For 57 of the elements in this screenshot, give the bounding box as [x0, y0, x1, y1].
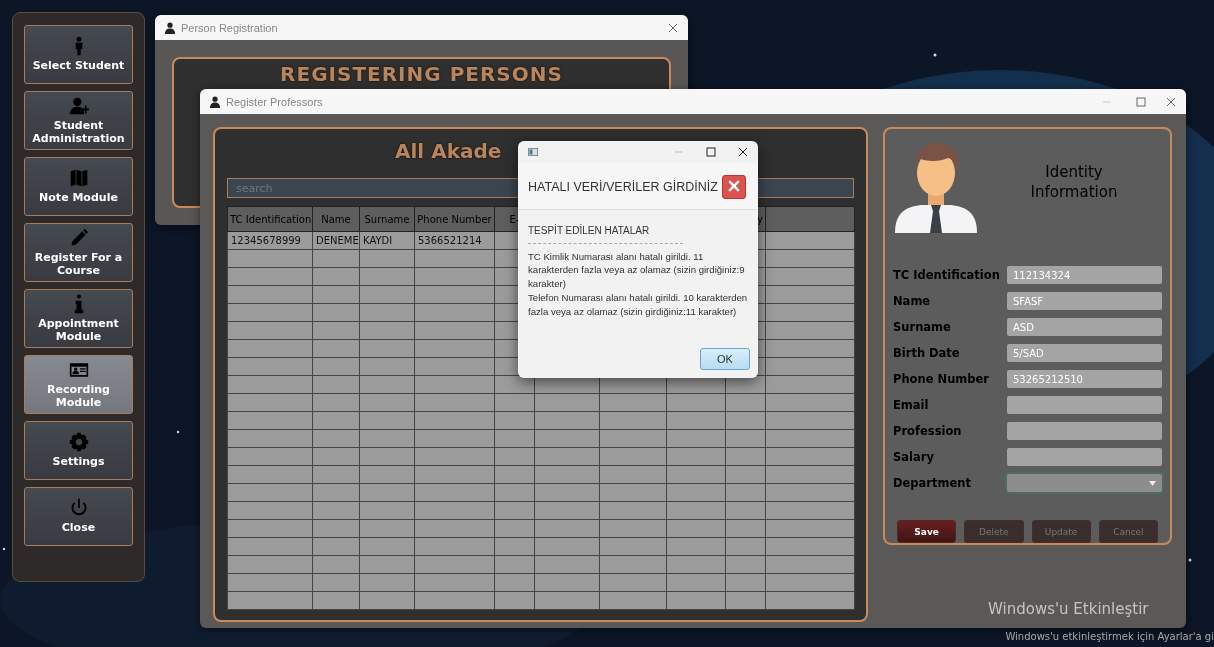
maximize-icon[interactable] — [706, 147, 716, 157]
close-button[interactable] — [722, 175, 746, 199]
person-icon — [210, 95, 220, 108]
sidebar-item[interactable]: Close — [24, 487, 133, 546]
field-label: TC Identification — [893, 268, 1001, 282]
field-label: Salary — [893, 450, 935, 464]
input-field[interactable]: SFASF — [1007, 292, 1162, 310]
person-icon — [165, 21, 175, 34]
activation-title: Windows'u Etkinleştir — [988, 600, 1149, 618]
column-header[interactable]: Surname — [359, 206, 415, 232]
window-title: Register Professors — [226, 95, 324, 108]
input-field[interactable] — [1007, 448, 1162, 466]
input-field[interactable]: ASD — [1007, 318, 1162, 336]
close-icon[interactable] — [738, 147, 748, 157]
sidebar-item[interactable]: Note Module — [24, 157, 133, 216]
sidebar-item[interactable]: Appointment Module — [24, 289, 133, 348]
person-add-icon — [68, 95, 89, 116]
avatar-icon — [893, 141, 979, 233]
map-icon — [68, 168, 89, 189]
field-label: Surname — [893, 320, 952, 334]
field-label: Birth Date — [893, 346, 961, 360]
action-button[interactable]: Save — [897, 520, 957, 543]
sidebar-item[interactable]: Settings — [24, 421, 133, 480]
maximize-icon[interactable] — [1136, 96, 1146, 107]
input-field[interactable]: 112134324 — [1007, 266, 1162, 284]
gear-icon — [68, 432, 89, 453]
field-label: Email — [893, 398, 930, 412]
sidebar-item[interactable]: Student Administration — [24, 91, 133, 150]
input-field[interactable]: 5/SAD — [1007, 344, 1162, 362]
sidebar-item[interactable]: Select Student — [24, 25, 133, 84]
form-heading: Identity Information — [1029, 163, 1119, 202]
ok-button[interactable]: OK — [700, 348, 750, 370]
input-field[interactable] — [1007, 422, 1162, 440]
sidebar-item[interactable]: Register For a Course — [24, 223, 133, 282]
field-label: Profession — [893, 424, 963, 438]
panel-heading: All Akade — [395, 139, 502, 165]
window-icon — [528, 148, 538, 156]
column-header[interactable]: TC Identification — [227, 206, 313, 232]
input-field[interactable] — [1007, 396, 1162, 414]
window-title: Person Registration — [181, 21, 279, 34]
pencil-icon — [68, 227, 89, 248]
error-message: TC Kimlik Numarası alanı hatalı girildi. 11 karakterden fazla veya az olamaz (sizin girdiğiniz:9 karakter) — [528, 249, 746, 292]
close-icon — [728, 179, 740, 192]
field-label: Phone Number — [893, 372, 990, 386]
input-field[interactable]: 53265212510 — [1007, 370, 1162, 388]
column-header[interactable]: Name — [312, 206, 360, 232]
dialog-header: HATALI VERİ/VERİLER GİRDİNİZ — [528, 180, 718, 194]
error-message: Telefon Numarası alanı hatalı girildi. 10 karakterden fazla veya az olamaz (sizin girdiğiniz:11 karakter) — [528, 291, 748, 320]
caret-icon — [1149, 480, 1156, 486]
column-header[interactable]: Phone Number — [414, 206, 495, 232]
field-label: Department — [893, 476, 972, 490]
dialog-subtitle: TESPİT EDİLEN HATALAR — [528, 224, 683, 244]
sidebar-item[interactable]: Recording Module — [24, 355, 133, 414]
activation-text: Windows'u etkinleştirmek için Ayarlar'a gi — [1005, 631, 1214, 642]
field-label: Name — [893, 294, 932, 308]
dropdown-field[interactable] — [1007, 474, 1162, 492]
panel-heading: REGISTERING PERSONS — [280, 62, 563, 86]
